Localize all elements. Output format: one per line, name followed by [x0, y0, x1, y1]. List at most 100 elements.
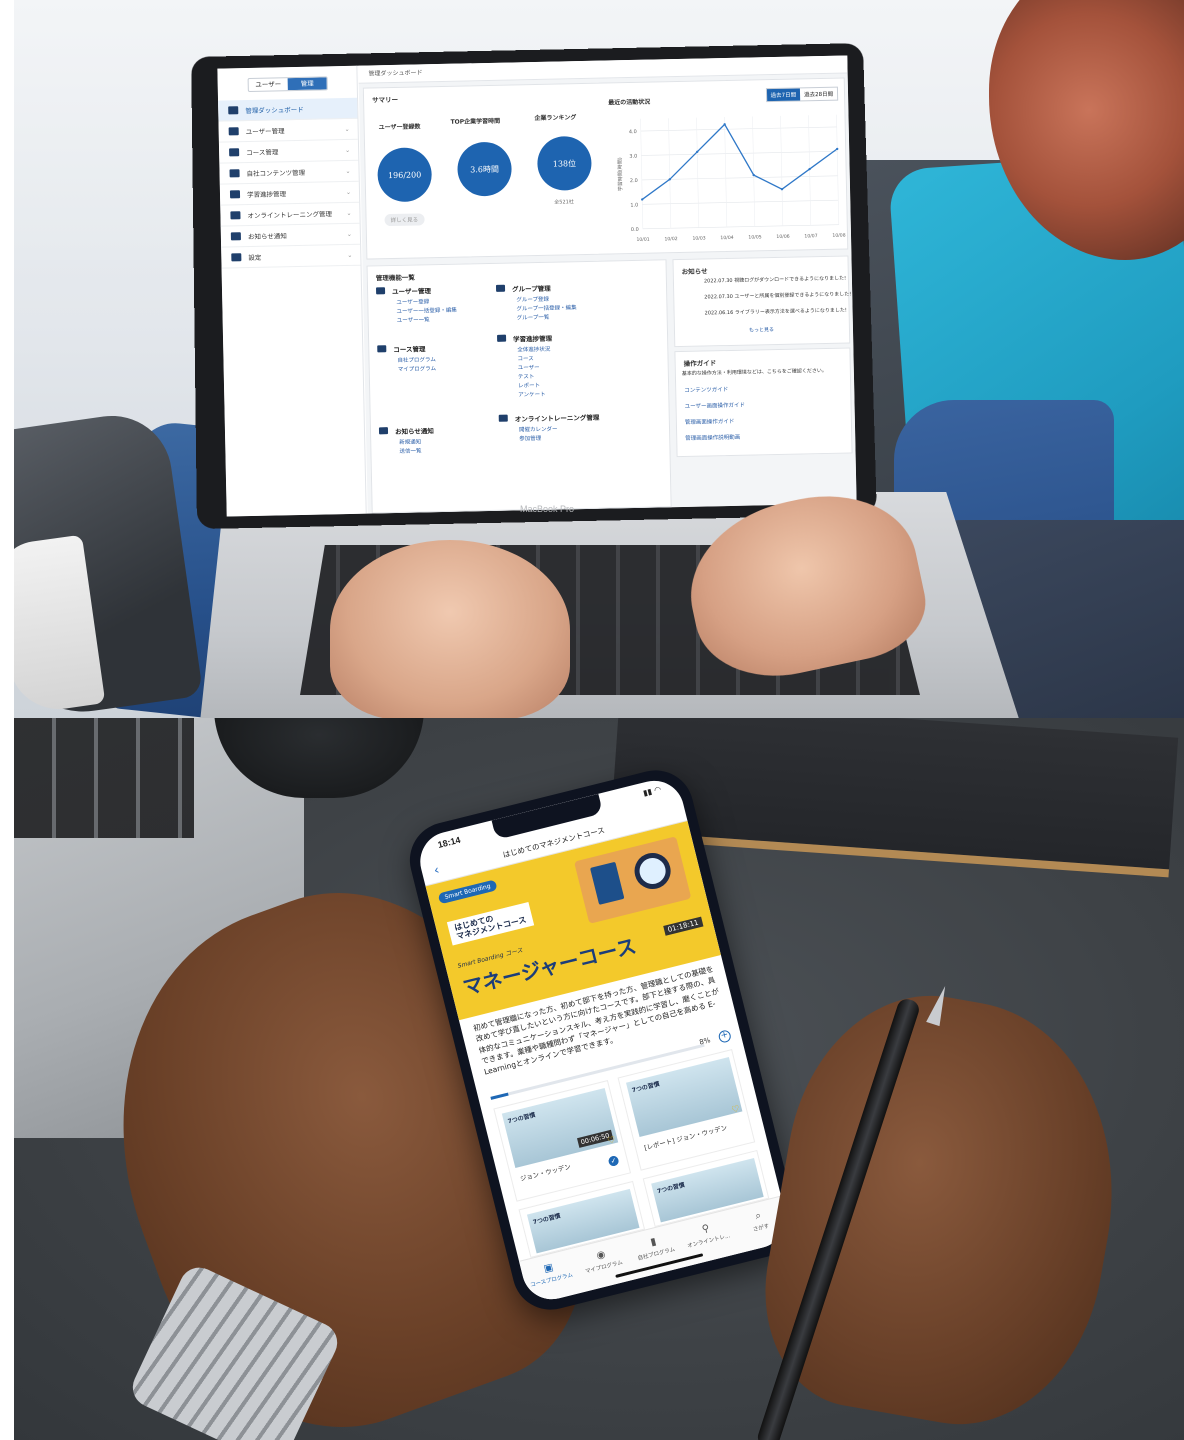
news-more-link[interactable]: もっと見る	[749, 326, 774, 334]
chevron-down-icon: ⌄	[344, 125, 350, 133]
signal-wifi-icon: ▮▮ ◠	[642, 784, 663, 798]
thumb-label: 7つの習慣	[532, 1212, 562, 1227]
menu-link[interactable]: ユーザー登録	[396, 297, 429, 306]
menu-group-title: 学習進捗管理	[513, 334, 553, 344]
lesson-tile[interactable]: 7つの習慣 [レポート] ジョン・ウッデン ♡	[617, 1049, 756, 1171]
course-progress-fill	[490, 1092, 509, 1100]
x-tick-label: 10/08	[832, 233, 845, 239]
sidebar-item-label: コース管理	[246, 148, 279, 158]
menu-link[interactable]: 自社プログラム	[397, 355, 435, 364]
x-tick-label: 10/06	[776, 234, 789, 240]
guide-card: 操作ガイド 基本的な操作方法・利用環境などは、こちらをご確認ください。 コンテン…	[674, 347, 853, 458]
summary-card: サマリー ユーザー登録数 TOP企業学習時間 企業ランキング 196/200 3…	[362, 77, 849, 260]
news-date: 2022.06.16	[704, 309, 734, 317]
x-tick-label: 10/03	[692, 235, 705, 241]
chevron-down-icon: ⌄	[346, 209, 352, 217]
check-icon: ✓	[607, 1154, 620, 1168]
banner-subtitle: はじめての マネジメントコース	[446, 902, 534, 946]
stat-users-circle: 196/200	[377, 147, 433, 203]
chevron-down-icon: ⌄	[345, 167, 351, 175]
sidebar-item-users[interactable]: ユーザー管理 ⌄	[218, 118, 358, 143]
role-toggle-user[interactable]: ユーザー	[249, 78, 288, 91]
news-card: お知らせ 2022.07.30 視聴ログがダウンロードできるようになりました! …	[672, 255, 851, 348]
guide-link[interactable]: コンテンツガイド	[684, 385, 728, 394]
grid-line	[641, 151, 838, 156]
mail-icon	[230, 232, 241, 241]
menu-group-title: コース管理	[393, 345, 426, 355]
menu-link[interactable]: ユーザー	[518, 363, 540, 371]
menu-link[interactable]: マイプログラム	[398, 364, 436, 373]
guide-link[interactable]: ユーザー画面操作ガイド	[684, 401, 746, 410]
activity-line-chart: 0.0 1.0 2.0 3.0 4.0 10/01 10/02 10/03 10/04 10/05…	[616, 114, 846, 243]
menu-link[interactable]: 新規通知	[399, 437, 421, 445]
menu-link[interactable]: コース	[517, 354, 533, 362]
menu-link[interactable]: ユーザー一覧	[397, 315, 430, 324]
folder-icon	[229, 169, 240, 178]
sidebar-item-courses[interactable]: コース管理 ⌄	[218, 139, 359, 164]
sidebar-item-label: ユーザー管理	[245, 127, 285, 137]
course-icon	[229, 148, 240, 157]
y-tick-label: 0.0	[631, 227, 639, 233]
background-keyboard	[14, 718, 194, 838]
detail-button[interactable]: 詳しく見る	[384, 213, 425, 227]
left-hand	[330, 540, 570, 720]
sidebar-item-progress[interactable]: 学習進捗管理 ⌄	[219, 181, 360, 206]
training-icon	[230, 211, 241, 220]
sidebar-item-training[interactable]: オンライントレーニング管理 ⌄	[220, 202, 360, 227]
news-text: ユーザーと所属を個別登録できるようになりました!	[734, 291, 852, 300]
menu-group-icon	[377, 345, 387, 353]
y-axis-label: 学習時間(時間)	[616, 157, 624, 191]
menu-link[interactable]: グループ一括登録・編集	[516, 303, 576, 312]
role-toggle[interactable]: ユーザー 管理	[247, 76, 328, 93]
magnifier-icon	[630, 849, 675, 893]
menu-link[interactable]: レポート	[518, 381, 540, 389]
chevron-down-icon: ⌄	[345, 146, 351, 154]
y-tick-label: 3.0	[629, 154, 637, 160]
sidebar-item-label: 学習進捗管理	[246, 190, 287, 200]
role-toggle-admin[interactable]: 管理	[287, 77, 327, 91]
menu-group-title: お知らせ通知	[394, 427, 434, 437]
menu-link[interactable]: 開催カレンダー	[519, 425, 558, 434]
chevron-down-icon: ⌄	[346, 230, 352, 238]
menu-link[interactable]: 全体進捗状況	[517, 345, 550, 354]
sidebar-item-settings[interactable]: 設定 ⌄	[221, 244, 361, 269]
lesson-tile[interactable]: 7つの習慣 00:06:50 ジョン・ウッデン ♡ ✓	[493, 1080, 632, 1202]
tab-7days[interactable]: 過去7日間	[766, 88, 801, 102]
stat-label-users: ユーザー登録数	[378, 123, 421, 132]
menu-link[interactable]: グループ登録	[516, 295, 549, 304]
menu-group-title: ユーザー管理	[392, 287, 432, 297]
calculator-icon	[590, 861, 625, 905]
y-tick-label: 2.0	[630, 178, 638, 184]
sidebar: ユーザー 管理 管理ダッシュボード ユーザー管理 ⌄ コース管理 ⌄ 自社コンテ…	[217, 65, 367, 517]
menu-group-title: オンライントレーニング管理	[514, 413, 600, 424]
guide-link[interactable]: 管理画面操作説明動画	[685, 433, 740, 442]
menu-link[interactable]: アンケート	[518, 390, 545, 399]
tab-28days[interactable]: 過去28日間	[800, 88, 837, 101]
sidebar-item-notifications[interactable]: お知らせ通知 ⌄	[220, 223, 361, 248]
grid-line-vertical	[836, 114, 840, 225]
x-tick-label: 10/07	[804, 233, 817, 239]
news-text: ライブラリー表示方法を選べるようになりました!	[734, 307, 847, 316]
thumb-label: 7つの習慣	[507, 1111, 537, 1126]
sidebar-item-content[interactable]: 自社コンテンツ管理 ⌄	[219, 160, 359, 185]
add-icon[interactable]: +	[717, 1029, 733, 1044]
sidebar-item-label: 自社コンテンツ管理	[246, 168, 306, 179]
menu-link[interactable]: 送信一覧	[399, 446, 421, 454]
menu-link[interactable]: 参加管理	[519, 434, 541, 442]
dashboard-screen: ユーザー 管理 管理ダッシュボード ユーザー管理 ⌄ コース管理 ⌄ 自社コンテ…	[217, 55, 857, 517]
thumb-label: 7つの習慣	[656, 1181, 686, 1196]
status-time: 18:14	[436, 834, 462, 850]
news-item[interactable]: 2022.07.30 ユーザーと所属を個別登録できるようになりました!	[704, 290, 851, 300]
menu-link[interactable]: テスト	[518, 372, 535, 380]
menu-group-icon	[497, 334, 507, 342]
sidebar-item-dashboard[interactable]: 管理ダッシュボード	[218, 97, 358, 122]
home-icon	[228, 106, 239, 115]
menu-group-icon	[378, 427, 389, 435]
sidebar-item-label: 設定	[248, 253, 262, 263]
guide-link[interactable]: 管理画面操作ガイド	[685, 417, 735, 426]
x-tick-label: 10/01	[636, 237, 649, 243]
menu-link[interactable]: グループ一覧	[517, 313, 550, 322]
menu-link[interactable]: ユーザー一括登録・編集	[396, 306, 457, 315]
news-item[interactable]: 2022.06.16 ライブラリー表示方法を選べるようになりました!	[705, 307, 847, 317]
sidebar-item-label: お知らせ通知	[247, 232, 287, 242]
